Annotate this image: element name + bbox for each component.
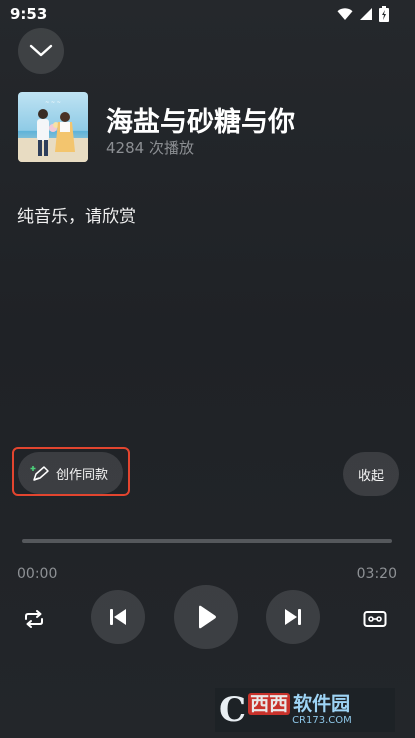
wifi-icon: [337, 8, 353, 20]
watermark-logo: C 西西 软件园 CR173.COM: [215, 688, 395, 732]
watermark-domain: CR173.COM: [292, 714, 352, 726]
play-count: 4284 次播放: [106, 139, 194, 157]
watermark-brand-red: 西西: [248, 692, 291, 715]
total-time: 03:20: [356, 566, 397, 582]
create-same-label: 创作同款: [56, 467, 109, 483]
create-same-button[interactable]: 创作同款: [18, 452, 123, 494]
play-button[interactable]: [174, 585, 238, 649]
skip-next-icon: [285, 609, 301, 625]
song-title: 海盐与砂糖与你: [106, 107, 295, 138]
battery-icon: [379, 6, 389, 22]
chevron-down-icon: [29, 44, 53, 57]
collapse-player-button[interactable]: [18, 28, 64, 74]
player-screen: 9:53 ~ ~ ~ 海盐与砂糖与你 4284 次播放 纯音乐，请欣赏 创作同款…: [0, 0, 415, 738]
lyrics-text: 纯音乐，请欣赏: [17, 207, 136, 227]
pencil-sparkle-icon: [30, 466, 49, 481]
status-time: 9:53: [10, 5, 48, 23]
repeat-button[interactable]: [18, 603, 50, 635]
cassette-icon: [363, 611, 387, 627]
previous-button[interactable]: [91, 590, 145, 644]
play-icon: [199, 605, 216, 629]
collapse-lyrics-label: 收起: [357, 468, 384, 484]
watermark-brand-blue: 软件园: [293, 692, 351, 715]
status-bar: 9:53: [0, 0, 415, 28]
signal-icon: [360, 8, 372, 20]
repeat-icon: [25, 610, 43, 628]
collapse-lyrics-button[interactable]: 收起: [343, 452, 399, 496]
progress-slider[interactable]: [22, 539, 392, 543]
status-icons: [337, 6, 389, 22]
album-cover[interactable]: ~ ~ ~: [18, 92, 88, 162]
cassette-button[interactable]: [359, 603, 391, 635]
watermark-letter: C: [219, 690, 247, 730]
svg-text:~ ~ ~: ~ ~ ~: [45, 100, 61, 106]
skip-previous-icon: [110, 609, 126, 625]
next-button[interactable]: [266, 590, 320, 644]
current-time: 00:00: [17, 566, 58, 582]
